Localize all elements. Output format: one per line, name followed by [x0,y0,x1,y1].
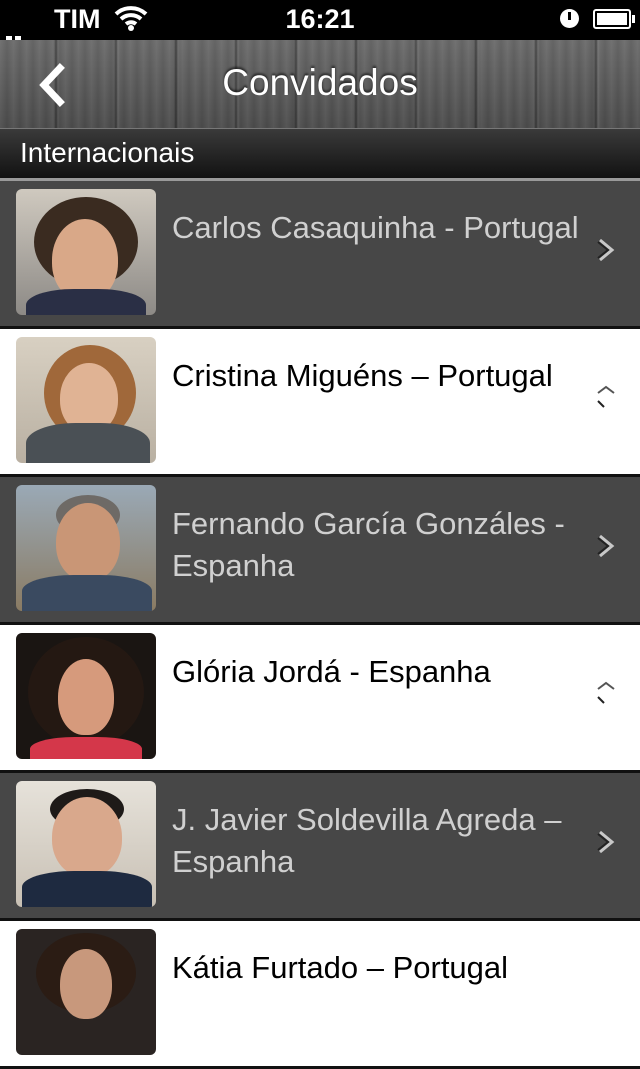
guest-photo [16,485,156,611]
chevron-right-icon [597,385,615,408]
section-header: Internacionais [0,128,640,179]
guest-photo [16,633,156,759]
status-bar: TIM 16:21 [0,0,640,44]
list-item[interactable]: J. Javier Soldevilla Agreda – Espanha [0,773,640,921]
guest-photo [16,189,156,315]
guest-name: Cristina Miguéns – Portugal [172,358,553,393]
guest-list: Carlos Casaquinha - Portugal Cristina Mi… [0,181,640,1069]
list-item[interactable]: Glória Jordá - Espanha [0,625,640,773]
list-item[interactable]: Fernando García Gonzáles - Espanha [0,477,640,625]
list-item[interactable]: Carlos Casaquinha - Portugal [0,181,640,329]
guest-name: Kátia Furtado – Portugal [172,950,509,985]
chevron-right-icon [597,830,615,854]
page-title: Convidados [222,62,418,103]
battery-icon [593,9,635,29]
chevron-right-icon [597,681,615,704]
alarm-clock-icon [560,9,579,28]
guest-name: J. Javier Soldevilla Agreda – Espanha [172,802,562,879]
chevron-right-icon [597,534,615,558]
clock-time: 16:21 [285,4,355,34]
guest-name: Glória Jordá - Espanha [172,654,491,689]
navigation-bar: Convidados [0,40,640,128]
guest-photo [16,929,156,1055]
guest-photo [16,781,156,907]
guest-photo [16,337,156,463]
list-item[interactable]: Cristina Miguéns – Portugal [0,329,640,477]
guest-name: Carlos Casaquinha - Portugal [172,210,579,245]
chevron-right-icon [597,238,615,262]
list-item[interactable]: Kátia Furtado – Portugal [0,921,640,1069]
guest-name: Fernando García Gonzáles - Espanha [172,506,565,583]
section-title: Internacionais [20,137,195,168]
